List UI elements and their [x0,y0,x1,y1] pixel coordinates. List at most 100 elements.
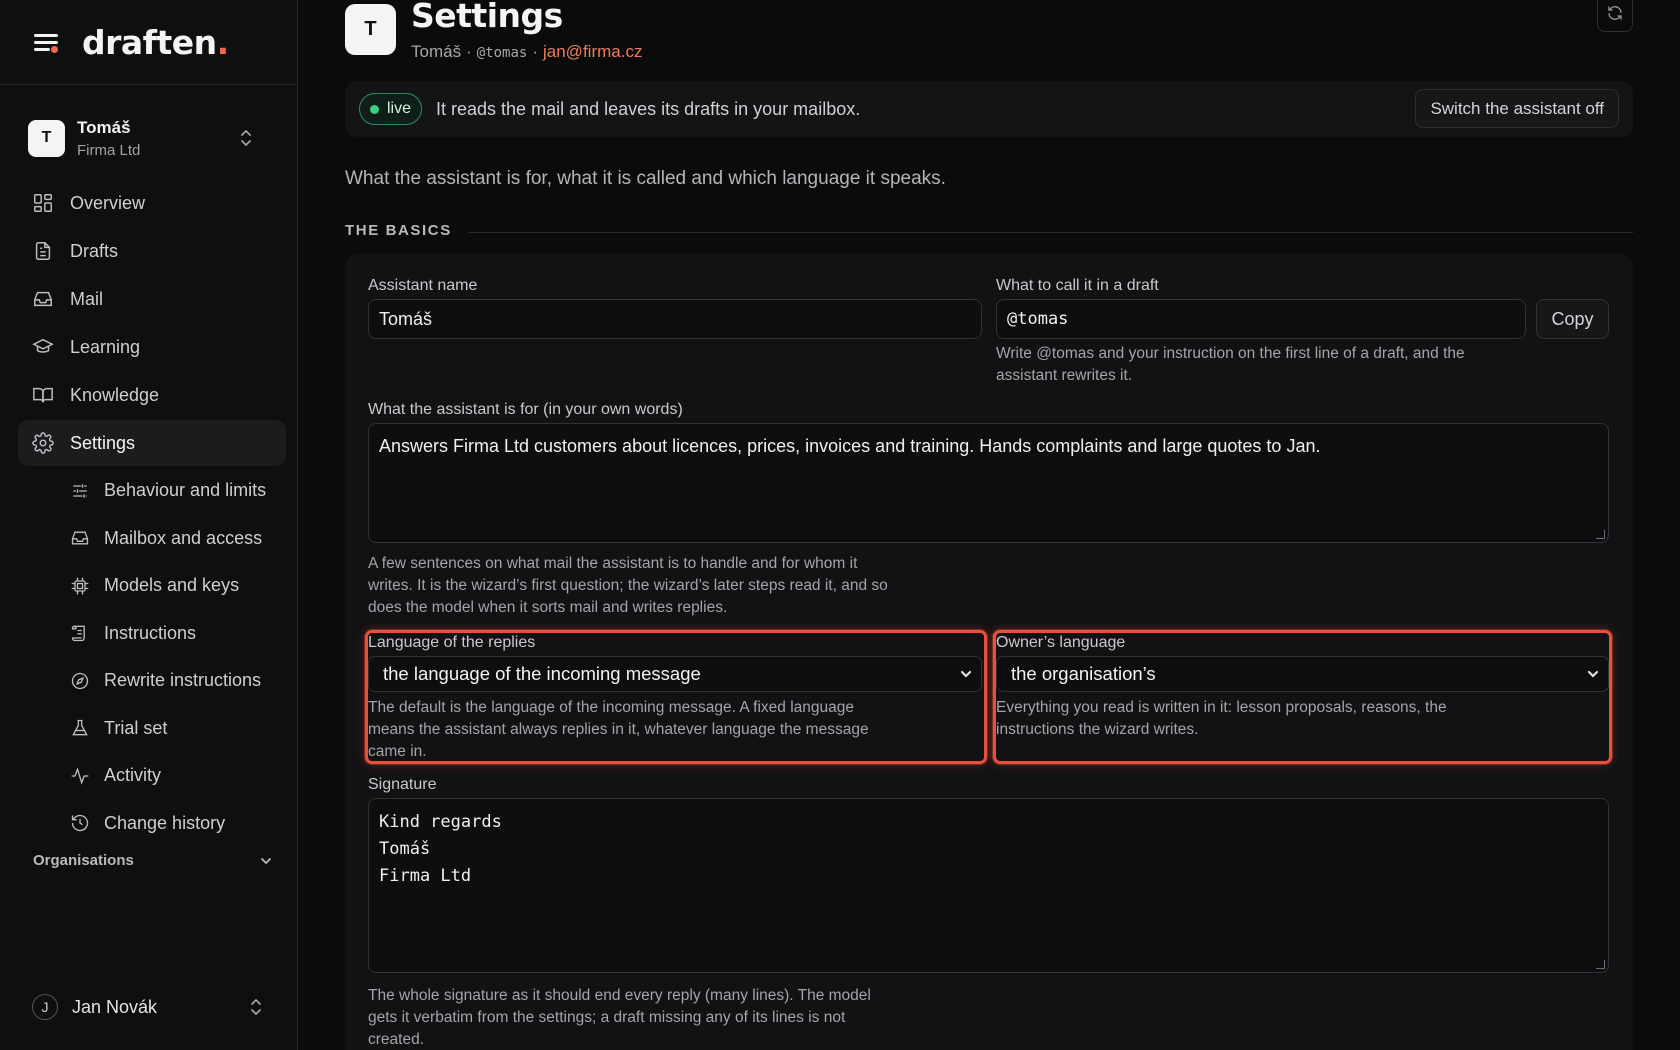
sidebar-item-mailbox[interactable]: Mailbox and access [18,516,286,562]
menu-icon[interactable] [32,28,60,56]
user-name: Jan Novák [72,996,158,1017]
live-dot-icon [370,104,379,114]
activity-icon [71,767,89,785]
call-name-input[interactable]: @tomas [996,299,1526,339]
refresh-icon [1608,6,1622,20]
call-name-label: What to call it in a draft [996,277,1159,294]
resize-handle-icon[interactable] [1596,960,1605,969]
owner-email[interactable]: jan@firma.cz [543,42,642,62]
assistant-name-input[interactable]: Tomáš [368,299,982,339]
inbox-icon [34,291,52,307]
signature-textarea[interactable]: Kind regards Tomáš Firma Ltd [368,798,1609,973]
nav-label: Overview [70,192,146,213]
book-icon [33,387,53,403]
compass-icon [71,672,89,689]
nav-item-overview[interactable]: Overview [18,180,286,226]
purpose-value: Answers Firma Ltd customers about licenc… [379,436,1321,456]
sidebar-item-label: Models and keys [104,575,240,596]
refresh-button[interactable] [1597,0,1633,32]
sidebar-item-trial-set[interactable]: Trial set [18,706,286,752]
section-title: THE BASICS [345,222,452,239]
intro-text: What the assistant is for, what it is ca… [345,168,946,189]
sidebar-item-behaviour[interactable]: Behaviour and limits [18,468,286,514]
logo[interactable]: draften. [82,23,229,62]
owner-language-value: the organisation’s [1011,663,1156,684]
chevron-updown-icon [238,128,254,148]
flask-icon [72,720,88,736]
reply-language-label: Language of the replies [368,634,536,651]
reply-language-value: the language of the incoming message [383,663,701,684]
switch-off-button[interactable]: Switch the assistant off [1415,89,1619,128]
org-name: Tomáš [77,117,131,137]
history-icon [71,815,89,832]
status-badge-label: live [387,100,412,117]
purpose-label: What the assistant is for (in your own w… [368,401,683,418]
organisations-toggle[interactable]: Organisations [33,852,273,869]
assistant-handle: @tomas [476,45,528,61]
nav-item-settings[interactable]: Settings [18,420,286,466]
status-badge: live [359,93,423,125]
nav-item-knowledge[interactable]: Knowledge [18,372,286,418]
nav-label: Mail [70,288,104,309]
status-text: It reads the mail and leaves its drafts … [436,98,861,119]
chevron-down-icon [261,857,271,864]
chevron-updown-icon [248,997,264,1017]
nav-label: Knowledge [70,384,160,405]
page-subtitle: Tomáš · @tomas · jan@firma.cz [411,42,642,62]
chip-icon [71,577,89,595]
sidebar-item-models[interactable]: Models and keys [18,563,286,609]
basics-card: Assistant name Tomáš What to call it in … [345,253,1633,1050]
reply-language-select[interactable]: the language of the incoming message [368,656,982,692]
main-content: T Settings Tomáš · @tomas · jan@firma.cz… [299,0,1680,1050]
main-nav: Overview Drafts Mail Learning Knowledge … [18,180,286,848]
organisation-switcher[interactable]: T Tomáš Firma Ltd [18,104,280,172]
graduation-cap-icon [32,338,54,353]
sidebar-item-activity[interactable]: Activity [18,753,286,799]
sidebar: draften. T Tomáš Firma Ltd Overview Draf… [0,0,298,1050]
scroll-icon [71,625,85,642]
assistant-name-label: Assistant name [368,277,478,294]
nav-label: Drafts [70,240,119,261]
purpose-textarea[interactable]: Answers Firma Ltd customers about licenc… [368,423,1609,543]
sidebar-item-label: Behaviour and limits [104,480,267,501]
chevron-down-icon [1587,670,1599,678]
sidebar-item-label: Instructions [104,622,197,643]
page-title: Settings [411,0,563,35]
signature-value: Kind regards Tomáš Firma Ltd [379,812,502,886]
nav-label: Learning [70,336,141,357]
document-icon [35,242,51,260]
sidebar-item-rewrite[interactable]: Rewrite instructions [18,658,286,704]
sidebar-item-label: Mailbox and access [104,527,263,548]
copy-button[interactable]: Copy [1536,299,1609,339]
sidebar-item-instructions[interactable]: Instructions [18,611,286,657]
inbox-icon [71,531,89,545]
assistant-name: Tomáš [411,42,462,61]
owner-language-label: Owner’s language [996,634,1126,651]
nav-item-learning[interactable]: Learning [18,324,286,370]
organisations-label: Organisations [33,852,134,869]
sidebar-item-label: Change history [104,812,226,833]
dashboard-icon [34,194,52,212]
signature-help: The whole signature as it should end eve… [368,987,871,1048]
call-name-help: Write @tomas and your instruction on the… [996,345,1465,384]
purpose-help: A few sentences on what mail the assista… [368,555,888,616]
sidebar-item-change-history[interactable]: Change history [18,801,286,847]
gear-icon [32,432,54,454]
brand-bar: draften. [0,0,297,85]
sidebar-item-label: Activity [104,765,162,786]
user-menu[interactable]: J Jan Novák [32,990,272,1024]
signature-label: Signature [368,776,437,793]
sidebar-item-label: Trial set [104,717,168,738]
assistant-status-bar: live It reads the mail and leaves its dr… [345,81,1633,137]
separator: · [532,42,538,61]
nav-item-mail[interactable]: Mail [18,276,286,322]
assistant-avatar: T [345,4,396,55]
chevron-down-icon [960,670,972,678]
nav-item-drafts[interactable]: Drafts [18,228,286,274]
avatar: J [32,994,58,1020]
nav-label: Settings [70,432,136,453]
owner-language-select[interactable]: the organisation’s [996,656,1609,692]
section-header: THE BASICS [345,222,1633,239]
separator: · [466,42,472,61]
resize-handle-icon[interactable] [1596,530,1605,539]
